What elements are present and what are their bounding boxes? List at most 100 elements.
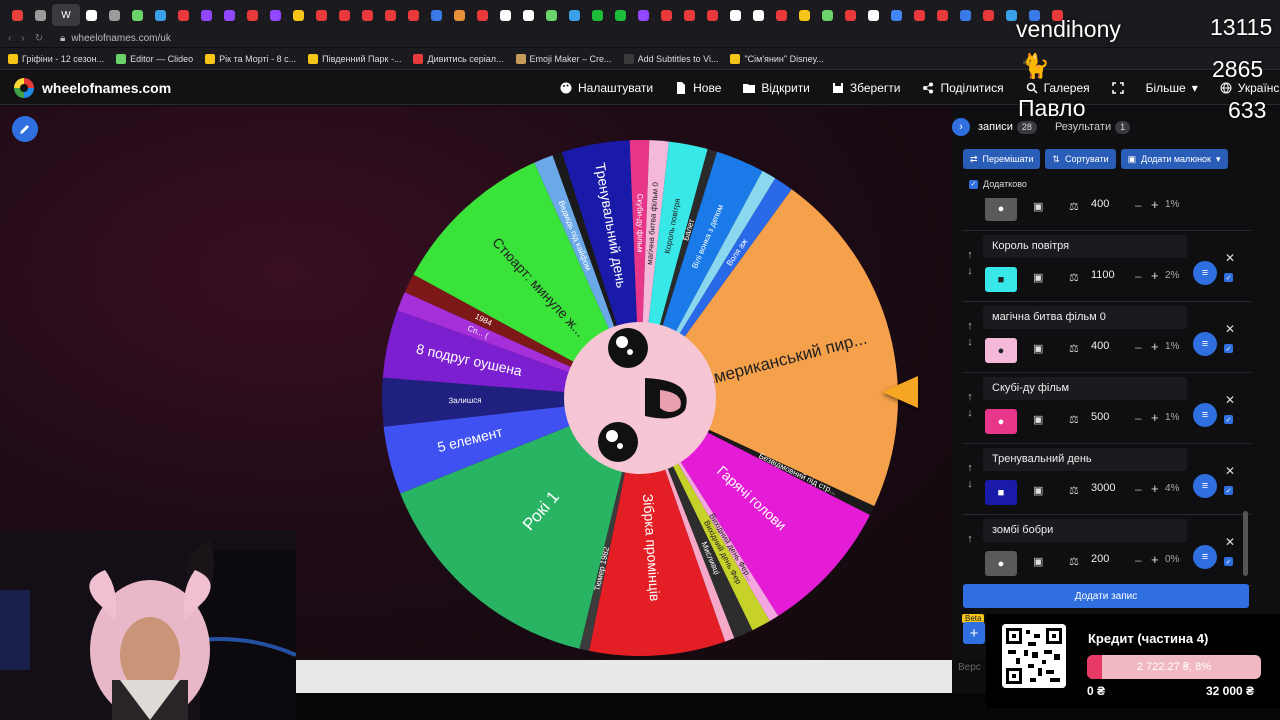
browser-tab[interactable] — [29, 4, 52, 26]
close-icon[interactable]: ✕ — [1225, 393, 1235, 407]
edit-wheel-button[interactable] — [12, 116, 38, 142]
weight-minus-button[interactable]: – — [1135, 482, 1142, 496]
browser-tab[interactable] — [609, 4, 632, 26]
color-swatch[interactable]: ● — [985, 198, 1017, 221]
browser-tab[interactable] — [287, 4, 310, 26]
entry-weight[interactable]: 400 — [1091, 198, 1109, 210]
browser-tab[interactable] — [678, 4, 701, 26]
image-icon[interactable]: ▣ — [1033, 342, 1043, 355]
browser-tab[interactable] — [356, 4, 379, 26]
entry-enabled-checkbox[interactable]: ✓ — [1224, 557, 1233, 566]
entry-enabled-checkbox[interactable]: ✓ — [1224, 415, 1233, 424]
image-icon[interactable]: ▣ — [1033, 200, 1043, 213]
color-swatch[interactable]: ● — [985, 338, 1017, 363]
close-icon[interactable]: ✕ — [1225, 464, 1235, 478]
entry-weight[interactable]: 500 — [1091, 411, 1109, 423]
bookmark-item[interactable]: Editor — Clideo — [116, 53, 193, 64]
browser-tab[interactable] — [517, 4, 540, 26]
add-image-button[interactable]: ▣ Додати малюнок ▾ — [1120, 149, 1228, 169]
entry-weight[interactable]: 1100 — [1091, 269, 1115, 281]
new-button[interactable]: Нове — [675, 81, 721, 95]
browser-tab[interactable] — [563, 4, 586, 26]
bookmark-item[interactable]: Дивитись серіал... — [413, 53, 504, 64]
weight-minus-button[interactable]: – — [1135, 269, 1142, 283]
browser-tab[interactable] — [126, 4, 149, 26]
entry-name-field[interactable]: Скубі-ду фільм — [983, 377, 1187, 400]
url-field[interactable]: 🔒︎ wheelofnames.com/uk — [60, 33, 171, 44]
save-button[interactable]: Зберегти — [832, 81, 900, 95]
entry-settings-button[interactable]: ≡ — [1193, 332, 1217, 356]
bookmark-item[interactable]: Рік та Морті - 8 с... — [205, 53, 296, 64]
entry-enabled-checkbox[interactable]: ✓ — [1224, 486, 1233, 495]
browser-tab[interactable] — [655, 4, 678, 26]
image-icon[interactable]: ▣ — [1033, 413, 1043, 426]
close-icon[interactable]: ✕ — [1225, 535, 1235, 549]
move-down-icon[interactable]: ↓ — [963, 476, 977, 492]
weight-plus-button[interactable]: + — [1151, 268, 1159, 283]
tab-results[interactable]: Результати 1 — [1055, 120, 1131, 134]
wheel[interactable]: Американський пир...Безвідмовний під стр… — [380, 138, 900, 658]
bookmark-item[interactable]: Гріфіни - 12 сезон... — [8, 53, 104, 64]
entry-enabled-checkbox[interactable]: ✓ — [1224, 273, 1233, 282]
weight-plus-button[interactable]: + — [1151, 339, 1159, 354]
reload-icon[interactable]: ↻ — [35, 33, 43, 44]
move-up-icon[interactable]: ↑ — [963, 531, 977, 547]
close-icon[interactable]: ✕ — [1225, 251, 1235, 265]
more-button[interactable]: Більше ▾ — [1146, 81, 1198, 95]
weight-minus-button[interactable]: – — [1135, 198, 1142, 212]
browser-tab[interactable] — [149, 4, 172, 26]
site-logo[interactable]: wheelofnames.com — [0, 77, 171, 98]
browser-tab[interactable] — [425, 4, 448, 26]
move-up-icon[interactable]: ↑ — [963, 247, 977, 263]
browser-tab[interactable] — [954, 4, 977, 26]
browser-tab[interactable] — [172, 4, 195, 26]
browser-tab[interactable] — [379, 4, 402, 26]
browser-tab-active[interactable]: W — [52, 4, 80, 26]
browser-tab[interactable] — [6, 4, 29, 26]
entry-name-field[interactable]: Тренувальний день — [983, 448, 1187, 471]
browser-tab[interactable] — [540, 4, 563, 26]
browser-tab[interactable] — [770, 4, 793, 26]
weight-plus-button[interactable]: + — [1151, 481, 1159, 496]
entry-weight[interactable]: 200 — [1091, 553, 1109, 565]
entry-settings-button[interactable]: ≡ — [1193, 474, 1217, 498]
browser-tab[interactable] — [103, 4, 126, 26]
color-swatch[interactable]: ■ — [985, 267, 1017, 292]
browser-tab[interactable] — [448, 4, 471, 26]
browser-tab[interactable] — [632, 4, 655, 26]
browser-tab[interactable] — [908, 4, 931, 26]
browser-tab[interactable] — [816, 4, 839, 26]
back-icon[interactable]: ‹ — [8, 33, 11, 44]
fullscreen-button[interactable] — [1111, 82, 1124, 94]
color-swatch[interactable]: ● — [985, 551, 1017, 576]
weight-plus-button[interactable]: + — [1151, 410, 1159, 425]
browser-tab[interactable] — [264, 4, 287, 26]
browser-tab[interactable] — [80, 4, 103, 26]
entry-weight[interactable]: 400 — [1091, 340, 1109, 352]
shuffle-button[interactable]: ⇄ Перемішати — [963, 149, 1041, 169]
bookmark-item[interactable]: Південний Парк -... — [308, 53, 401, 64]
browser-tab[interactable] — [747, 4, 770, 26]
weight-plus-button[interactable]: + — [1151, 198, 1159, 212]
entry-weight[interactable]: 3000 — [1091, 482, 1115, 494]
bookmark-item[interactable]: "Сім'янин" Disney... — [730, 53, 824, 64]
browser-tab[interactable] — [839, 4, 862, 26]
browser-tab[interactable] — [724, 4, 747, 26]
image-icon[interactable]: ▣ — [1033, 484, 1043, 497]
entry-name-field[interactable]: зомбі бобри — [983, 519, 1187, 542]
browser-tab[interactable] — [931, 4, 954, 26]
entries-scrollbar[interactable] — [1243, 511, 1248, 576]
share-button[interactable]: Поділитися — [922, 81, 1004, 95]
gallery-button[interactable]: Галерея — [1026, 81, 1090, 95]
weight-plus-button[interactable]: + — [1151, 552, 1159, 567]
browser-tab[interactable] — [885, 4, 908, 26]
browser-tab[interactable] — [402, 4, 425, 26]
image-icon[interactable]: ▣ — [1033, 271, 1043, 284]
browser-tab[interactable] — [218, 4, 241, 26]
move-down-icon[interactable]: ↓ — [963, 334, 977, 350]
move-up-icon[interactable]: ↑ — [963, 389, 977, 405]
browser-tab[interactable] — [494, 4, 517, 26]
sort-button[interactable]: ⇅ Сортувати — [1045, 149, 1116, 169]
bookmark-item[interactable]: Add Subtitles to Vi... — [623, 53, 718, 64]
bookmark-item[interactable]: Emoji Maker – Cre... — [515, 53, 612, 64]
